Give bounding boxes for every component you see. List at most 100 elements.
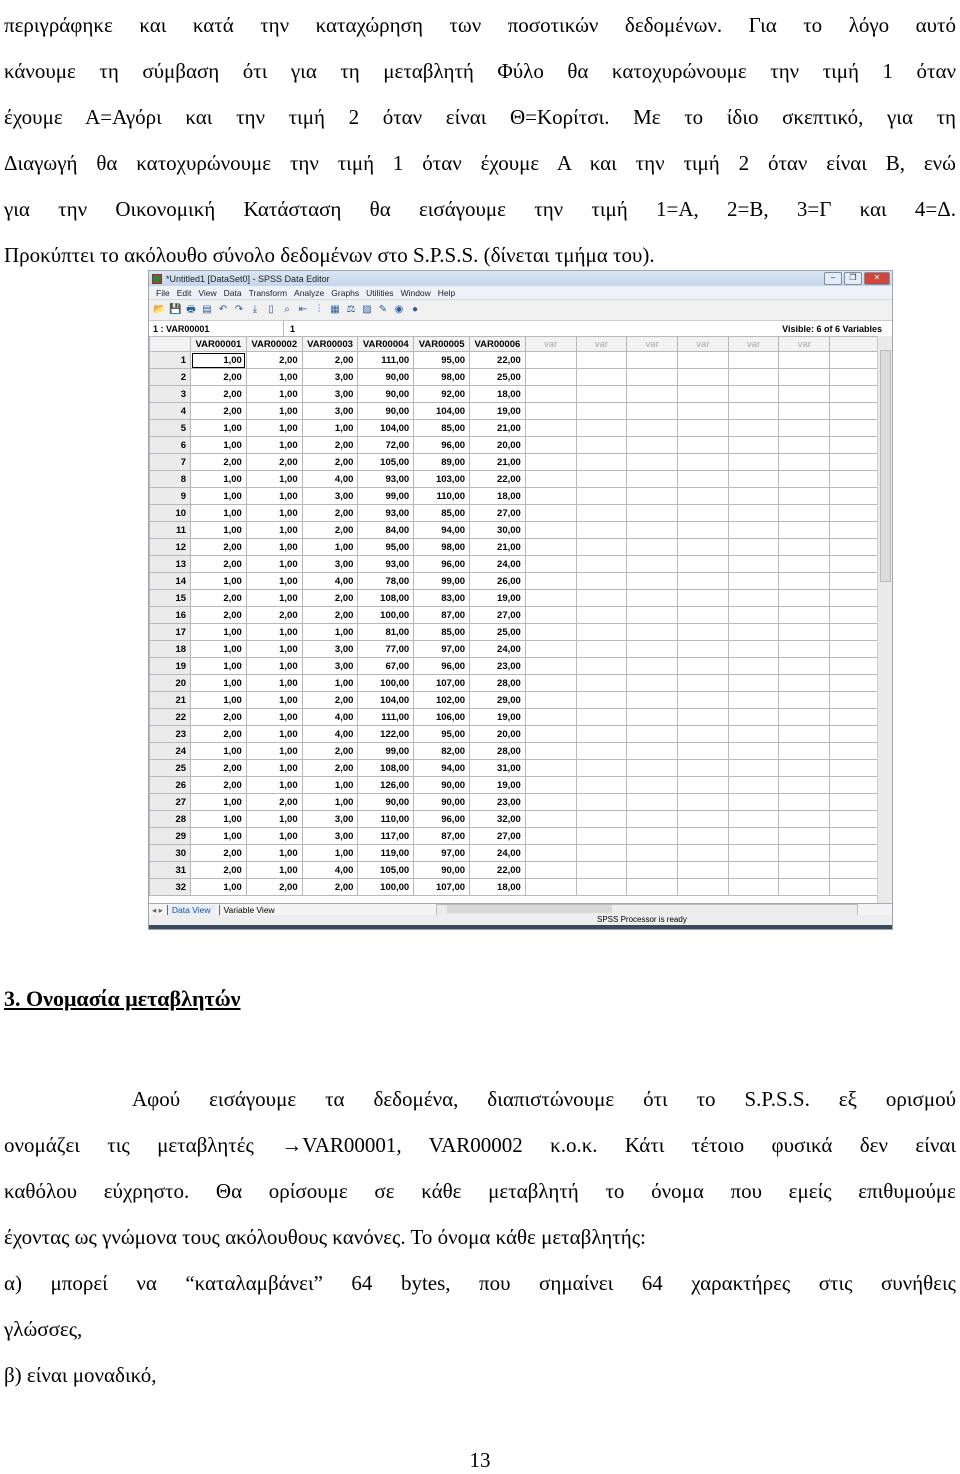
data-cell[interactable]: 2,00 — [190, 776, 247, 794]
empty-cell[interactable] — [727, 674, 780, 692]
empty-cell[interactable] — [829, 640, 879, 658]
empty-cell[interactable] — [677, 759, 729, 777]
data-cell[interactable]: 1,00 — [190, 504, 247, 522]
data-cell[interactable]: 1,00 — [245, 759, 303, 777]
row-number[interactable]: 14 — [149, 572, 192, 590]
empty-cell[interactable] — [677, 657, 729, 675]
empty-cell[interactable] — [778, 504, 831, 522]
data-cell[interactable]: 3,00 — [301, 810, 359, 828]
row-number[interactable]: 21 — [149, 691, 192, 709]
data-cell[interactable]: 22,00 — [469, 351, 526, 369]
empty-cell[interactable] — [626, 368, 679, 386]
empty-cell[interactable] — [524, 827, 577, 845]
empty-cell[interactable] — [829, 810, 879, 828]
data-cell[interactable]: 1,00 — [245, 844, 303, 862]
restore-button[interactable]: ❐ — [844, 272, 862, 285]
empty-cell[interactable] — [677, 453, 729, 471]
empty-cell[interactable] — [575, 385, 628, 403]
empty-cell[interactable] — [524, 844, 577, 862]
empty-cell[interactable] — [829, 844, 879, 862]
data-cell[interactable]: 119,00 — [357, 844, 415, 862]
empty-cell[interactable] — [727, 385, 780, 403]
data-cell[interactable]: 1,00 — [301, 419, 359, 437]
empty-cell[interactable] — [524, 504, 577, 522]
row-number[interactable]: 5 — [149, 419, 192, 437]
data-cell[interactable]: 3,00 — [301, 368, 359, 386]
data-cell[interactable]: 21,00 — [469, 453, 526, 471]
data-cell[interactable]: 25,00 — [469, 368, 526, 386]
data-cell[interactable]: 98,00 — [413, 368, 471, 386]
empty-cell[interactable] — [778, 878, 831, 896]
data-cell[interactable]: 23,00 — [469, 657, 526, 675]
menu-analyze[interactable]: Analyze — [294, 288, 324, 298]
data-cell[interactable]: 82,00 — [413, 742, 471, 760]
data-cell[interactable]: 1,00 — [301, 844, 359, 862]
empty-cell[interactable] — [829, 725, 879, 743]
data-cell[interactable]: 104,00 — [357, 691, 415, 709]
data-cell[interactable]: 3,00 — [301, 402, 359, 420]
empty-cell[interactable] — [575, 674, 628, 692]
empty-cell[interactable] — [778, 368, 831, 386]
empty-cell[interactable] — [677, 555, 729, 573]
data-cell[interactable]: 90,00 — [413, 776, 471, 794]
empty-cell[interactable] — [778, 436, 831, 454]
empty-cell[interactable] — [829, 504, 879, 522]
empty-cell[interactable] — [575, 776, 628, 794]
empty-cell[interactable] — [829, 691, 879, 709]
data-cell[interactable]: 19,00 — [469, 589, 526, 607]
data-cell[interactable]: 19,00 — [469, 708, 526, 726]
empty-cell[interactable] — [727, 487, 780, 505]
empty-cell[interactable] — [626, 521, 679, 539]
dialog-recall-icon[interactable]: ▤ — [201, 304, 213, 316]
empty-cell[interactable] — [575, 351, 628, 369]
data-cell[interactable]: 3,00 — [301, 657, 359, 675]
data-cell[interactable]: 20,00 — [469, 436, 526, 454]
data-cell[interactable]: 1,00 — [245, 691, 303, 709]
empty-cell[interactable] — [626, 538, 679, 556]
empty-cell[interactable] — [677, 572, 729, 590]
empty-cell[interactable] — [575, 402, 628, 420]
empty-cell[interactable] — [829, 776, 879, 794]
empty-cell[interactable] — [829, 861, 879, 879]
row-number[interactable]: 4 — [149, 402, 192, 420]
data-cell[interactable]: 1,00 — [245, 827, 303, 845]
empty-cell[interactable] — [677, 385, 729, 403]
empty-cell[interactable] — [677, 742, 729, 760]
empty-cell[interactable] — [626, 861, 679, 879]
empty-cell[interactable] — [626, 742, 679, 760]
data-cell[interactable]: 78,00 — [357, 572, 415, 590]
row-number[interactable]: 32 — [149, 878, 192, 896]
insert-cases-icon[interactable]: ⇤ — [297, 304, 309, 316]
empty-cell[interactable] — [829, 878, 879, 896]
empty-cell[interactable] — [778, 572, 831, 590]
data-cell[interactable]: 87,00 — [413, 827, 471, 845]
menu-file[interactable]: File — [156, 288, 170, 298]
empty-cell[interactable] — [677, 623, 729, 641]
data-cell[interactable]: 1,00 — [190, 793, 247, 811]
empty-cell[interactable] — [727, 861, 780, 879]
row-number[interactable]: 11 — [149, 521, 192, 539]
data-cell[interactable]: 95,00 — [357, 538, 415, 556]
row-number[interactable]: 18 — [149, 640, 192, 658]
empty-cell[interactable] — [727, 793, 780, 811]
empty-cell[interactable] — [524, 606, 577, 624]
data-cell[interactable]: 2,00 — [190, 725, 247, 743]
data-cell[interactable]: 24,00 — [469, 844, 526, 862]
data-cell[interactable]: 2,00 — [301, 453, 359, 471]
empty-cell[interactable] — [524, 640, 577, 658]
empty-cell[interactable] — [727, 708, 780, 726]
data-cell[interactable]: 1,00 — [190, 623, 247, 641]
empty-cell[interactable] — [727, 742, 780, 760]
empty-cell[interactable] — [778, 708, 831, 726]
empty-cell[interactable] — [829, 657, 879, 675]
data-cell[interactable]: 107,00 — [413, 674, 471, 692]
data-cell[interactable]: 96,00 — [413, 555, 471, 573]
row-number[interactable]: 20 — [149, 674, 192, 692]
use-sets-icon[interactable]: ◉ — [393, 304, 405, 316]
empty-cell[interactable] — [524, 538, 577, 556]
data-cell[interactable]: 1,00 — [245, 623, 303, 641]
empty-cell[interactable] — [829, 368, 879, 386]
data-cell[interactable]: 104,00 — [413, 402, 471, 420]
column-header[interactable]: VAR00003 — [301, 336, 359, 352]
data-cell[interactable]: 2,00 — [301, 504, 359, 522]
